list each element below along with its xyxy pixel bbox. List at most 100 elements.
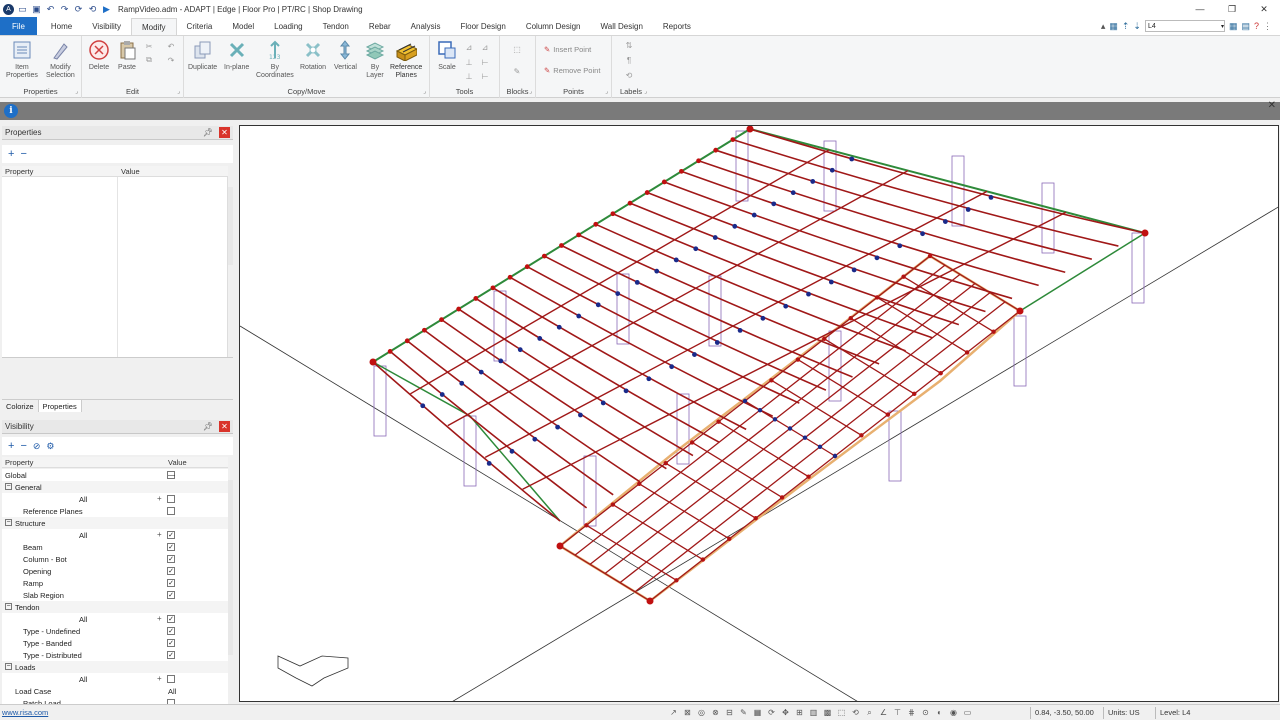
visibility-checkbox[interactable]: ✓ xyxy=(167,627,175,635)
layers-icon[interactable]: ▥ xyxy=(808,707,819,718)
visibility-checkbox[interactable] xyxy=(167,507,175,515)
expand-icon[interactable]: + xyxy=(157,674,162,683)
properties-panel-close-icon[interactable]: ✕ xyxy=(219,127,230,138)
sync-icon[interactable]: ⟲ xyxy=(87,4,98,15)
copy-icon[interactable]: ⧉ xyxy=(144,55,154,65)
dialog-launcher-icon[interactable]: ⌟ xyxy=(605,88,608,95)
mirror-icon[interactable]: ⊿ xyxy=(464,42,474,52)
item-properties-button[interactable]: Item Properties xyxy=(6,39,38,80)
align-icon[interactable]: ⊿ xyxy=(480,42,490,52)
label-tendon-icon[interactable]: ¶ xyxy=(624,55,634,65)
stretch-icon[interactable]: ⊢ xyxy=(480,71,490,81)
cut-icon[interactable]: ✂ xyxy=(144,41,154,51)
window-zoom-icon[interactable]: ⊞ xyxy=(794,707,805,718)
zoom-extents-icon[interactable]: ⌕ xyxy=(864,707,875,718)
trim-icon[interactable]: ⊥ xyxy=(464,57,474,67)
visibility-checkbox[interactable]: — xyxy=(167,471,175,479)
tab-properties[interactable]: Properties xyxy=(38,400,82,412)
shade-icon[interactable]: ◐ xyxy=(934,707,945,718)
tab-loading[interactable]: Loading xyxy=(264,18,312,35)
tab-colorize[interactable]: Colorize xyxy=(2,400,39,412)
refresh-icon[interactable]: ⟳ xyxy=(73,4,84,15)
dialog-launcher-icon[interactable]: ⌟ xyxy=(423,88,426,95)
render-icon[interactable]: ▩ xyxy=(822,707,833,718)
tab-column-design[interactable]: Column Design xyxy=(516,18,591,35)
risa-website-link[interactable]: www.risa.com xyxy=(2,708,48,717)
save-icon[interactable]: ▣ xyxy=(31,4,42,15)
tab-model[interactable]: Model xyxy=(222,18,264,35)
snap-icon[interactable]: ⊤ xyxy=(892,707,903,718)
undo-icon[interactable]: ↶ xyxy=(45,4,56,15)
dialog-launcher-icon[interactable]: ⌟ xyxy=(644,88,647,95)
tab-file[interactable]: File xyxy=(0,17,37,35)
tab-reports[interactable]: Reports xyxy=(653,18,701,35)
insert-point-button[interactable]: ✎ Insert Point xyxy=(544,45,591,54)
visibility-group-row[interactable]: − General xyxy=(2,481,228,493)
undo-small-icon[interactable]: ↶ xyxy=(166,41,176,51)
pin-icon[interactable]: 📌︎ xyxy=(203,128,213,137)
collapse-all-icon[interactable]: − xyxy=(20,148,26,160)
level-up-icon[interactable]: ⇡ xyxy=(1122,21,1130,32)
view-3d-icon[interactable]: ▦ xyxy=(1229,21,1238,32)
grid-snap-icon[interactable]: ⋕ xyxy=(906,707,917,718)
reference-planes-button[interactable]: Reference Planes xyxy=(390,39,422,80)
record-icon[interactable]: ◉ xyxy=(948,707,959,718)
visibility-checkbox[interactable]: ✓ xyxy=(167,639,175,647)
by-coordinates-button[interactable]: 123 By Coordinates xyxy=(256,39,294,80)
cancel-snap-icon[interactable]: ⊗ xyxy=(710,707,721,718)
wireframe-icon[interactable]: ▭ xyxy=(962,707,973,718)
rotation-button[interactable]: Rotation xyxy=(300,39,326,72)
level-down-icon[interactable]: ⇣ xyxy=(1133,21,1141,32)
expand-icon[interactable]: + xyxy=(157,530,162,539)
building-icon[interactable]: ▦ xyxy=(1109,21,1118,32)
properties-scrollbar[interactable] xyxy=(228,187,233,265)
visibility-group-row[interactable]: − Structure xyxy=(2,517,228,529)
help-icon[interactable]: ? xyxy=(1254,21,1259,31)
remove-point-button[interactable]: ✎ Remove Point xyxy=(544,66,600,75)
reset-icon[interactable]: ⊘ xyxy=(33,441,41,452)
tab-home[interactable]: Home xyxy=(41,18,82,35)
collapse-group-icon[interactable]: − xyxy=(5,519,12,526)
expand-icon[interactable]: + xyxy=(157,494,162,503)
run-icon[interactable]: ▶ xyxy=(101,4,112,15)
dialog-launcher-icon[interactable]: ⌟ xyxy=(529,88,532,95)
tab-tendon[interactable]: Tendon xyxy=(313,18,359,35)
pin-icon[interactable]: 📌︎ xyxy=(203,422,213,431)
model-viewport[interactable] xyxy=(239,125,1279,702)
expand-icon[interactable]: + xyxy=(157,614,162,623)
edit-pencil-icon[interactable]: ✎ xyxy=(738,707,749,718)
tab-analysis[interactable]: Analysis xyxy=(401,18,451,35)
dialog-launcher-icon[interactable]: ⌟ xyxy=(75,88,78,95)
visibility-row-value[interactable]: All xyxy=(168,687,176,696)
ortho-icon[interactable]: ⊟ xyxy=(724,707,735,718)
visibility-group-row[interactable]: − Tendon xyxy=(2,601,228,613)
block-insert-icon[interactable]: ✎ xyxy=(512,66,522,76)
object-snap-icon[interactable]: ⊙ xyxy=(920,707,931,718)
visibility-group-row[interactable]: − Loads xyxy=(2,661,228,673)
grid-icon[interactable]: ▦ xyxy=(752,707,763,718)
tab-criteria[interactable]: Criteria xyxy=(177,18,223,35)
options-icon[interactable]: ⋮ xyxy=(1263,21,1272,32)
visibility-checkbox[interactable]: ✓ xyxy=(167,651,175,659)
tab-wall-design[interactable]: Wall Design xyxy=(591,18,653,35)
polar-icon[interactable]: ◎ xyxy=(696,707,707,718)
label-show-icon[interactable]: ⇅ xyxy=(624,40,634,50)
collapse-group-icon[interactable]: − xyxy=(5,663,12,670)
minimize-button[interactable]: — xyxy=(1184,0,1216,18)
visibility-checkbox[interactable]: ✓ xyxy=(167,555,175,563)
duplicate-button[interactable]: Duplicate xyxy=(188,39,217,72)
in-plane-button[interactable]: In-plane xyxy=(224,39,249,72)
visibility-scrollbar[interactable] xyxy=(228,480,233,655)
vertical-button[interactable]: Vertical xyxy=(334,39,357,72)
rotate-view-icon[interactable]: ⟳ xyxy=(766,707,777,718)
restore-button[interactable]: ❐ xyxy=(1216,0,1248,18)
visibility-panel-close-icon[interactable]: ✕ xyxy=(219,421,230,432)
measure-icon[interactable]: ∠ xyxy=(878,707,889,718)
sync-view-icon[interactable]: ⟲ xyxy=(850,707,861,718)
collapse-all-icon[interactable]: − xyxy=(20,440,26,452)
dialog-launcher-icon[interactable]: ⌟ xyxy=(177,88,180,95)
visibility-checkbox[interactable] xyxy=(167,675,175,683)
tab-rebar[interactable]: Rebar xyxy=(359,18,401,35)
settings-icon[interactable]: ⚙ xyxy=(46,441,54,452)
visibility-checkbox[interactable]: ✓ xyxy=(167,567,175,575)
